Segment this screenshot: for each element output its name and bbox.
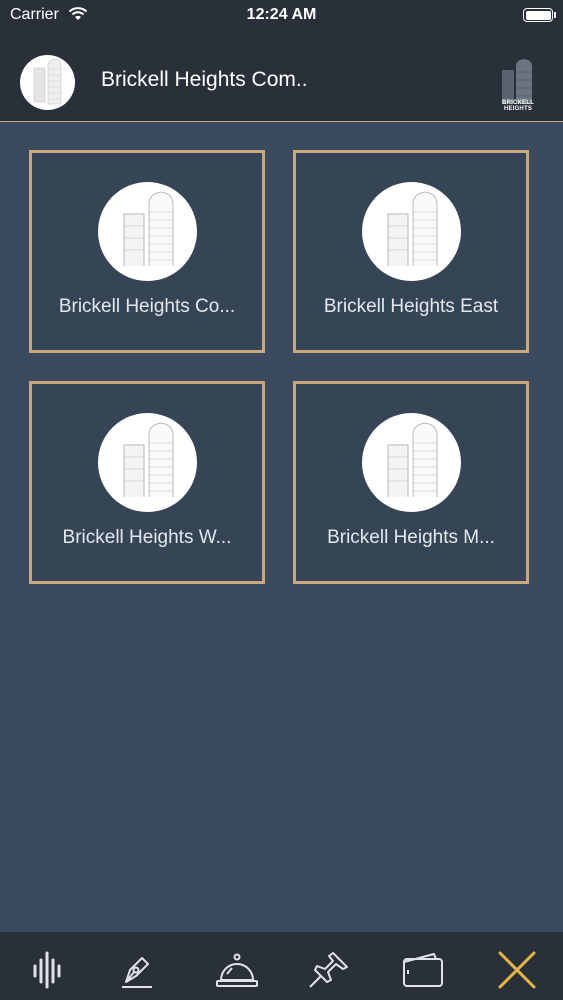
tower-logo-icon xyxy=(108,422,188,511)
service-bell-icon xyxy=(216,953,258,987)
property-label: Brickell Heights Co... xyxy=(58,296,236,317)
property-logo xyxy=(98,182,197,281)
property-logo xyxy=(362,182,461,281)
top-bar: Carrier 12:24 AM Brickell Heights Com.. xyxy=(0,0,563,122)
property-tile-2[interactable]: Brickell Heights East xyxy=(293,150,529,353)
service-bell-button[interactable] xyxy=(213,946,261,994)
pushpin-icon xyxy=(309,952,348,988)
property-label: Brickell Heights W... xyxy=(62,527,232,548)
bottom-toolbar xyxy=(0,932,563,1000)
property-logo xyxy=(98,413,197,512)
tower-logo-icon xyxy=(372,191,452,280)
close-button[interactable] xyxy=(493,946,541,994)
brand-logo-text: BRICKELL HEIGHTS xyxy=(502,100,534,112)
wallet-button[interactable] xyxy=(398,946,446,994)
brand-logo: BRICKELL HEIGHTS xyxy=(492,56,544,112)
header-avatar[interactable] xyxy=(20,55,75,110)
pin-button[interactable] xyxy=(305,946,353,994)
tower-logo-icon xyxy=(372,422,452,511)
tower-logo-icon xyxy=(33,58,62,105)
status-bar: Carrier 12:24 AM xyxy=(0,0,563,30)
page-title: Brickell Heights Com.. xyxy=(101,68,308,91)
pen-button[interactable] xyxy=(112,946,160,994)
tower-logo-icon xyxy=(108,191,188,280)
audio-wave-button[interactable] xyxy=(23,946,71,994)
pen-nib-icon xyxy=(122,957,152,988)
property-tile-3[interactable]: Brickell Heights W... xyxy=(29,381,265,584)
audio-wave-icon xyxy=(33,951,61,989)
clock: 12:24 AM xyxy=(246,6,317,23)
property-tile-1[interactable]: Brickell Heights Co... xyxy=(29,150,265,353)
property-tile-4[interactable]: Brickell Heights M... xyxy=(293,381,529,584)
property-label: Brickell Heights M... xyxy=(327,527,495,548)
property-logo xyxy=(362,413,461,512)
property-label: Brickell Heights East xyxy=(323,296,499,317)
wallet-icon xyxy=(403,953,443,987)
close-icon xyxy=(498,951,536,989)
brand-towers-icon xyxy=(502,59,532,104)
battery-icon xyxy=(523,8,556,22)
